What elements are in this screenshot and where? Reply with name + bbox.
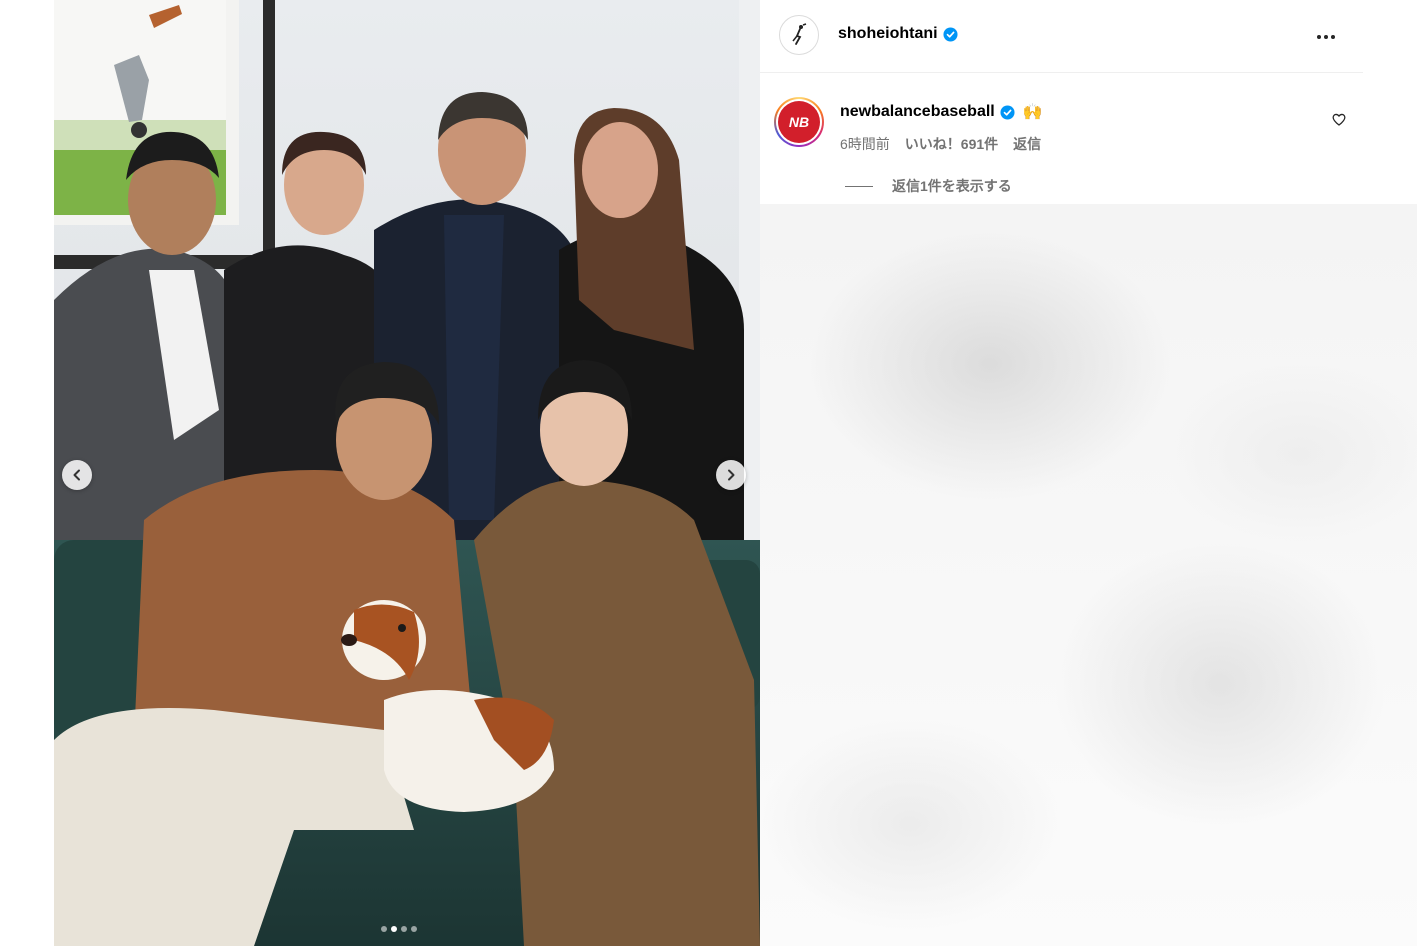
comment-time[interactable]: 6時間前 (840, 134, 890, 154)
heart-outline-icon (1332, 113, 1346, 126)
more-options-button[interactable] (1316, 23, 1336, 46)
previous-slide-button[interactable] (62, 460, 92, 490)
post-side-panel: shoheiohtani NB newbalancebaseball 🙌 6時間… (760, 0, 1417, 946)
comment-meta: 6時間前 いいね！691件 返信 (840, 134, 1041, 154)
carousel-indicator (54, 926, 752, 932)
svg-text:NB: NB (789, 115, 809, 129)
view-replies-button[interactable]: 返信1件を表示する (845, 176, 1012, 196)
comment-text: 🙌 (1022, 104, 1043, 121)
post-header: shoheiohtani (760, 0, 1363, 73)
author-avatar[interactable] (779, 15, 819, 55)
carousel-dot (411, 926, 417, 932)
carousel-dot (381, 926, 387, 932)
instagram-post-view: shoheiohtani NB newbalancebaseball 🙌 6時間… (0, 0, 1417, 946)
carousel-dot-active (391, 926, 397, 932)
verified-badge-icon (943, 26, 958, 42)
new-balance-logo-icon: NB (778, 101, 820, 143)
view-replies-label[interactable]: 返信1件を表示する (892, 176, 1012, 196)
replies-divider-line (845, 185, 873, 187)
author-username-text[interactable]: shoheiohtani (838, 25, 938, 43)
batter-logo-icon (792, 23, 807, 45)
chevron-left-icon (73, 469, 80, 481)
commenter-username-text[interactable]: newbalancebaseball (840, 103, 995, 121)
chevron-right-icon (728, 469, 735, 481)
group-photo-image (54, 0, 760, 946)
post-photo[interactable] (54, 0, 760, 946)
author-username[interactable]: shoheiohtani (838, 25, 958, 43)
comment-item: NB newbalancebaseball 🙌 6時間前 いいね！691件 返信 (760, 88, 1363, 200)
commenter-username[interactable]: newbalancebaseball 🙌 (840, 102, 1043, 122)
carousel-dot (401, 926, 407, 932)
commenter-avatar[interactable]: NB (774, 97, 824, 147)
like-comment-button[interactable] (1332, 113, 1346, 131)
comment-likes-count[interactable]: いいね！691件 (905, 134, 998, 154)
blurred-comments-region (760, 204, 1417, 946)
verified-badge-icon (1000, 104, 1015, 120)
reply-button[interactable]: 返信 (1013, 134, 1041, 154)
next-slide-button[interactable] (716, 460, 746, 490)
more-horizontal-icon (1317, 35, 1335, 39)
